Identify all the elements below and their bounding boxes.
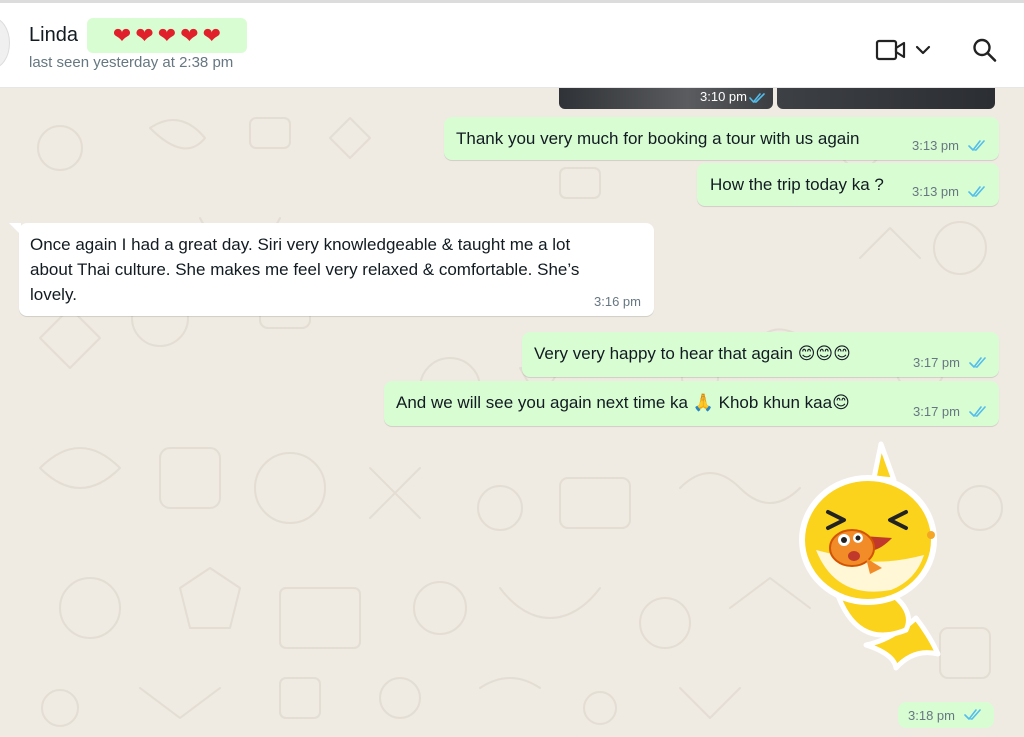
outgoing-message[interactable]: Very very happy to hear that again 😊😊😊 3… — [522, 332, 999, 377]
image-message[interactable] — [777, 88, 995, 109]
message-text: Very very happy to hear that again 😊😊😊 — [534, 344, 851, 364]
double-check-icon — [749, 93, 765, 103]
sticker-timestamp: 3:18 pm — [898, 702, 994, 728]
double-check-icon — [964, 709, 981, 720]
double-check-icon — [969, 406, 986, 417]
double-check-icon — [969, 357, 986, 368]
outgoing-message[interactable]: Thank you very much for booking a tour w… — [444, 117, 999, 160]
chevron-down-icon — [915, 45, 931, 55]
message-text: Once again I had a great day. Siri very … — [30, 235, 571, 254]
heart-icon: ❤ — [202, 22, 222, 48]
image-message[interactable]: 3:10 pm — [559, 88, 773, 109]
video-call-button[interactable] — [874, 37, 936, 65]
message-text: lovely. — [30, 285, 77, 304]
double-check-icon — [968, 140, 985, 151]
smile-emoji: 😊 — [832, 393, 850, 413]
heart-icon: ❤ — [180, 22, 199, 48]
search-button[interactable] — [970, 36, 998, 64]
search-icon — [973, 38, 997, 62]
message-time: 3:13 pm — [912, 138, 959, 153]
message-text: How the trip today ka ? — [710, 175, 884, 194]
message-text: Thank you very much for booking a tour w… — [456, 129, 860, 148]
heart-icon: ❤ — [112, 22, 132, 48]
heart-icon: ❤ — [157, 22, 177, 48]
smile-emoji: 😊😊😊 — [797, 344, 851, 364]
message-text: about Thai culture. She makes me feel ve… — [30, 260, 580, 279]
outgoing-message[interactable]: How the trip today ka ? 3:13 pm — [697, 163, 999, 206]
message-time: 3:17 pm — [913, 404, 960, 419]
outgoing-message[interactable]: And we will see you again next time ka 🙏… — [384, 381, 999, 426]
contact-name-hearts: ❤ ❤ ❤ ❤ ❤ — [87, 18, 247, 53]
message-text: And we will see you again next time ka 🙏… — [396, 393, 850, 413]
heart-icon: ❤ — [135, 22, 154, 48]
message-time: 3:10 pm — [700, 89, 747, 104]
video-call-icon — [875, 39, 906, 61]
message-time: 3:18 pm — [908, 708, 955, 723]
message-time: 3:16 pm — [594, 294, 641, 309]
chat-area[interactable]: 3:10 pm Thank you very much for booking … — [0, 88, 1024, 737]
message-time: 3:17 pm — [913, 355, 960, 370]
praying-hands-emoji: 🙏 — [692, 393, 714, 413]
shark-illustration — [799, 441, 941, 671]
incoming-message[interactable]: Once again I had a great day. Siri very … — [19, 223, 654, 316]
contact-name[interactable]: Linda — [29, 24, 78, 47]
message-time: 3:13 pm — [912, 184, 959, 199]
last-seen-status: last seen yesterday at 2:38 pm — [29, 54, 234, 71]
baby-shark-sticker[interactable] — [796, 440, 946, 672]
avatar[interactable] — [0, 17, 10, 69]
chat-header: Linda ❤ ❤ ❤ ❤ ❤ last seen yesterday at 2… — [0, 0, 1024, 88]
double-check-icon — [968, 186, 985, 197]
